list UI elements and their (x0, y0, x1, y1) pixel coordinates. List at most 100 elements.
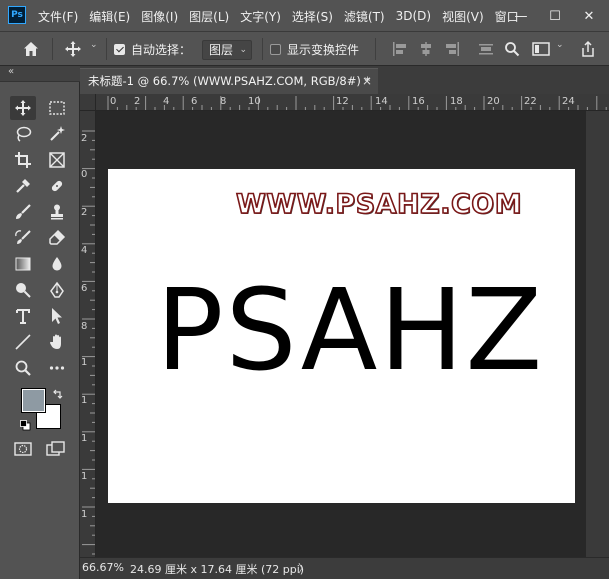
edit-toolbar-button[interactable] (44, 356, 70, 380)
stamp-icon (51, 204, 63, 220)
move-tool[interactable] (10, 96, 36, 120)
line-icon (15, 334, 31, 350)
gradient-tool[interactable] (10, 252, 36, 276)
quick-mask-icon[interactable] (14, 442, 32, 456)
eyedropper-tool[interactable] (10, 174, 36, 198)
auto-select-checkbox[interactable] (114, 44, 125, 55)
status-menu-arrow-icon[interactable]: 〉 (298, 560, 309, 576)
more-icon (49, 366, 65, 370)
h-tick-label: 20 (487, 96, 500, 107)
canvas-main-text-layer[interactable]: PSAHZ (156, 275, 544, 387)
magic-wand-tool[interactable] (44, 122, 70, 146)
align-left-icon[interactable] (392, 41, 408, 57)
menu-filter[interactable]: 滤镜(T) (344, 8, 385, 25)
default-colors-icon[interactable] (20, 420, 31, 431)
marquee-tool[interactable] (44, 96, 70, 120)
workspace-chevron-icon[interactable]: ⌄ (556, 40, 564, 50)
chevron-down-icon: ⌄ (239, 45, 247, 55)
menu-layer[interactable]: 图层(L) (189, 8, 229, 25)
close-button[interactable]: ✕ (572, 0, 606, 32)
h-tick-label: 16 (412, 96, 425, 107)
dodge-tool[interactable] (10, 278, 36, 302)
h-tick-label: 10 (248, 96, 261, 107)
path-select-icon (52, 308, 62, 324)
healing-brush-tool[interactable] (44, 174, 70, 198)
auto-select-label: 自动选择： (131, 43, 192, 57)
menu-view[interactable]: 视图(V) (442, 8, 484, 25)
eraser-tool[interactable] (44, 226, 70, 250)
align-right-icon[interactable] (444, 41, 460, 57)
blur-tool[interactable] (44, 252, 70, 276)
align-center-icon[interactable] (418, 41, 434, 57)
workspace-icon[interactable] (532, 41, 550, 57)
h-tick-label: 2 (134, 96, 141, 107)
type-tool[interactable] (10, 304, 36, 328)
move-icon (15, 100, 31, 116)
crop-icon (15, 152, 31, 168)
distribute-icon[interactable] (478, 41, 494, 57)
share-icon[interactable] (580, 40, 596, 58)
ruler-origin[interactable] (80, 94, 96, 111)
options-separator (262, 38, 263, 60)
screen-mode-icon[interactable] (46, 441, 66, 457)
vertical-ruler[interactable]: 2 0 2 4 6 8 1 1 1 1 1 (80, 111, 96, 557)
brush-tool[interactable] (10, 200, 36, 224)
canvas-url-text-layer[interactable]: WWW.PSAHZ.COM (235, 188, 522, 221)
canvas-workspace[interactable]: WWW.PSAHZ.COM PSAHZ (96, 111, 586, 557)
hand-tool[interactable] (44, 330, 70, 354)
clone-stamp-tool[interactable] (44, 200, 70, 224)
h-tick-label: 14 (375, 96, 388, 107)
lasso-tool[interactable] (10, 122, 36, 146)
panel-collapse-strip: « (0, 66, 80, 82)
minimize-button[interactable]: — (504, 0, 538, 32)
home-icon[interactable] (22, 40, 40, 58)
zoom-level[interactable]: 66.67% (82, 561, 124, 574)
vertical-scroll-area[interactable] (586, 111, 609, 557)
pen-tool[interactable] (44, 278, 70, 302)
type-icon (16, 309, 30, 324)
frame-tool[interactable] (44, 148, 70, 172)
swap-colors-icon[interactable] (52, 388, 64, 400)
auto-select-target-dropdown[interactable]: 图层 ⌄ (202, 40, 252, 60)
v-tick-label: 2 (81, 207, 88, 218)
menu-3d[interactable]: 3D(D) (396, 9, 431, 23)
gradient-icon (15, 257, 31, 271)
menu-items: 文件(F) 编辑(E) 图像(I) 图层(L) 文字(Y) 选择(S) 滤镜(T… (38, 0, 530, 32)
zoom-tool[interactable] (10, 356, 36, 380)
menu-edit[interactable]: 编辑(E) (89, 8, 130, 25)
line-tool[interactable] (10, 330, 36, 354)
history-brush-icon (15, 230, 31, 244)
path-selection-tool[interactable] (44, 304, 70, 328)
menu-select[interactable]: 选择(S) (292, 8, 333, 25)
pen-icon (50, 281, 64, 298)
collapse-arrows-icon[interactable]: « (8, 66, 14, 77)
h-tick-label: 18 (450, 96, 463, 107)
show-transform-checkbox[interactable] (270, 44, 281, 55)
frame-icon (49, 152, 65, 168)
preset-chevron-icon[interactable]: ⌄ (90, 40, 98, 50)
document-tab[interactable]: 未标题-1 @ 66.7% (WWW.PSAHZ.COM, RGB/8#) * … (80, 68, 378, 94)
v-tick-label: 1 (81, 509, 88, 520)
menu-type[interactable]: 文字(Y) (240, 8, 281, 25)
document-canvas[interactable]: WWW.PSAHZ.COM PSAHZ (108, 169, 575, 503)
v-tick-label: 1 (81, 395, 88, 406)
lasso-icon (16, 126, 32, 142)
h-tick-label: 24 (562, 96, 575, 107)
crop-tool[interactable] (10, 148, 36, 172)
menu-file[interactable]: 文件(F) (38, 8, 78, 25)
magic-wand-icon (50, 126, 65, 141)
horizontal-ruler[interactable]: 0 2 4 6 8 10 12 14 16 18 20 22 24 (96, 94, 609, 111)
healing-brush-icon (51, 180, 63, 192)
tab-close-icon[interactable]: × (362, 69, 372, 93)
foreground-color-swatch[interactable] (21, 388, 46, 413)
history-brush-tool[interactable] (10, 226, 36, 250)
zoom-icon (15, 360, 31, 376)
photoshop-logo[interactable]: Ps (8, 6, 26, 24)
document-info: 24.69 厘米 x 17.64 厘米 (72 ppi) (130, 563, 305, 576)
menu-image[interactable]: 图像(I) (141, 8, 178, 25)
move-tool-preset-icon[interactable] (64, 40, 82, 58)
v-tick-label: 8 (81, 321, 88, 332)
search-icon[interactable] (504, 41, 520, 57)
maximize-button[interactable]: ☐ (538, 0, 572, 32)
h-tick-label: 0 (110, 96, 117, 107)
